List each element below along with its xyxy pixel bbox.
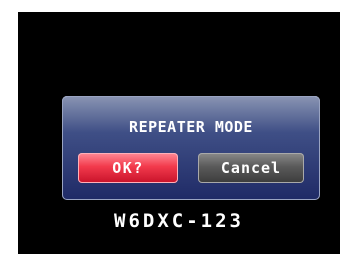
radio-display-screen: REPEATER MODE OK? Cancel W6DXC-123 <box>18 12 340 254</box>
dialog-title: REPEATER MODE <box>129 118 253 136</box>
callsign-label: W6DXC-123 <box>114 210 244 232</box>
repeater-mode-dialog: REPEATER MODE OK? Cancel <box>62 96 320 200</box>
ok-button[interactable]: OK? <box>78 153 178 183</box>
cancel-button[interactable]: Cancel <box>198 153 304 183</box>
